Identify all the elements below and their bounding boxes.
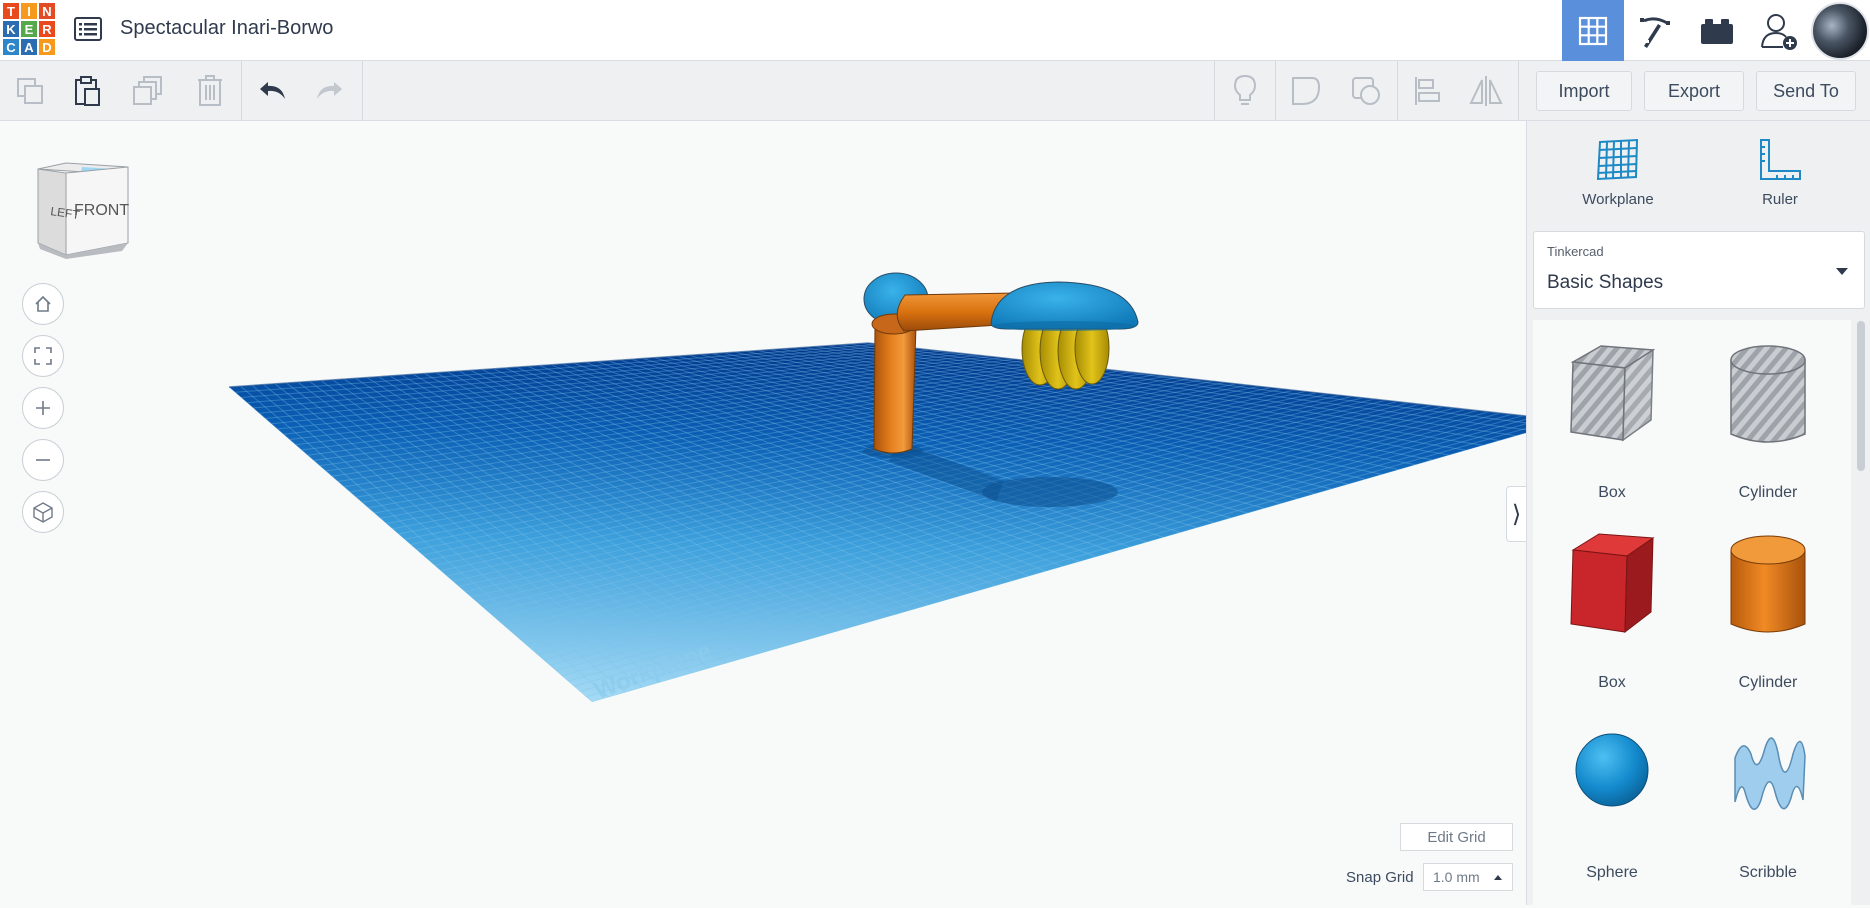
align-icon[interactable]: [1398, 61, 1458, 121]
workplane-icon: [1596, 138, 1639, 181]
copy-icon[interactable]: [0, 61, 60, 121]
user-avatar[interactable]: [1810, 0, 1870, 61]
shape-label: Cylinder: [1738, 674, 1798, 691]
workplane-label: Workplane: [1582, 191, 1654, 208]
chevron-up-icon: [1494, 875, 1502, 880]
logo-letter: C: [2, 38, 20, 56]
view-cube[interactable]: LEFT FRONT: [30, 159, 134, 259]
edit-grid-button[interactable]: Edit Grid: [1400, 823, 1513, 851]
perspective-icon[interactable]: [22, 491, 64, 533]
fit-view-icon[interactable]: [22, 335, 64, 377]
import-button[interactable]: Import: [1536, 71, 1632, 111]
cylinder-icon: [1730, 535, 1806, 633]
logo-letter: A: [20, 38, 38, 56]
scribble-icon: [1734, 737, 1806, 810]
shape-box-hole[interactable]: Box: [1537, 338, 1687, 528]
panel-collapse-icon[interactable]: ⟩: [1506, 486, 1526, 542]
zoom-out-icon[interactable]: [22, 439, 64, 481]
export-button[interactable]: Export: [1644, 71, 1744, 111]
ruler-label: Ruler: [1762, 191, 1798, 208]
viewcube-front-label: FRONT: [74, 202, 129, 219]
snap-grid-select[interactable]: 1.0 mm: [1423, 863, 1513, 891]
add-user-icon[interactable]: [1748, 0, 1810, 61]
redo-icon[interactable]: [300, 61, 360, 121]
3d-viewport[interactable]: Workplane LEFT FRONT ⟩ Edit Grid Snap Gr…: [0, 121, 1526, 905]
design-title[interactable]: Spectacular Inari-Borwo: [120, 17, 333, 40]
workplane-scene[interactable]: Workplane: [0, 121, 1526, 905]
shape-grid: Box Cylinder Box Cylinder Sphere Scribbl…: [1533, 320, 1851, 905]
notes-light-icon[interactable]: [1215, 61, 1275, 121]
bricks-icon[interactable]: [1686, 0, 1748, 61]
shape-label: Scribble: [1739, 864, 1797, 881]
shape-cylinder[interactable]: Cylinder: [1693, 528, 1843, 718]
snap-grid-value: 1.0 mm: [1433, 869, 1480, 885]
duplicate-icon[interactable]: [118, 61, 178, 121]
home-view-icon[interactable]: [22, 283, 64, 325]
logo-letter: D: [38, 38, 56, 56]
shape-label: Sphere: [1586, 864, 1638, 881]
undo-icon[interactable]: [242, 61, 302, 121]
solid-shape-icon[interactable]: [1336, 61, 1396, 121]
ruler-button[interactable]: Ruler: [1715, 137, 1845, 217]
logo-letter: I: [20, 2, 38, 20]
box-hole-icon: [1570, 345, 1656, 442]
pickaxe-icon[interactable]: [1624, 0, 1686, 61]
shapes-scrollbar[interactable]: [1857, 321, 1865, 471]
logo-letter: E: [20, 20, 38, 38]
box-icon: [1570, 533, 1655, 634]
edit-toolbar: Import Export Send To: [0, 61, 1870, 121]
shape-sphere[interactable]: Sphere: [1537, 718, 1687, 908]
hole-shape-icon[interactable]: [1276, 61, 1336, 121]
zoom-in-icon[interactable]: [22, 387, 64, 429]
top-bar: TINKERCAD Spectacular Inari-Borwo: [0, 0, 1870, 61]
shape-box[interactable]: Box: [1537, 528, 1687, 718]
logo-letter: K: [2, 20, 20, 38]
paste-icon[interactable]: [58, 61, 118, 121]
shape-label: Box: [1598, 484, 1626, 501]
shape-label: Cylinder: [1738, 484, 1798, 501]
shape-library-select[interactable]: Tinkercad Basic Shapes: [1533, 231, 1865, 309]
shapes-panel: Workplane Ruler Tinkercad Basic Shapes B…: [1526, 121, 1870, 905]
shape-scribble[interactable]: Scribble: [1693, 718, 1843, 908]
sphere-icon: [1575, 733, 1649, 807]
design-menu-icon[interactable]: [74, 16, 102, 42]
grid-view-icon[interactable]: [1562, 0, 1624, 61]
shape-label: Box: [1598, 674, 1626, 691]
logo-letter: N: [38, 2, 56, 20]
logo-letter: T: [2, 2, 20, 20]
workplane-button[interactable]: Workplane: [1553, 137, 1683, 217]
send-to-button[interactable]: Send To: [1756, 71, 1856, 111]
shape-cylinder-hole[interactable]: Cylinder: [1693, 338, 1843, 528]
logo-letter: R: [38, 20, 56, 38]
view-switcher: [1562, 0, 1870, 61]
cylinder-hole-icon: [1730, 345, 1806, 443]
ruler-icon: [1760, 139, 1801, 180]
snap-grid-label: Snap Grid: [1346, 869, 1414, 886]
chevron-down-icon: [1836, 268, 1848, 275]
mirror-icon[interactable]: [1456, 61, 1516, 121]
tinkercad-logo[interactable]: TINKERCAD: [2, 2, 56, 56]
library-source: Tinkercad: [1547, 244, 1604, 259]
delete-icon[interactable]: [180, 61, 240, 121]
library-name: Basic Shapes: [1547, 272, 1664, 293]
